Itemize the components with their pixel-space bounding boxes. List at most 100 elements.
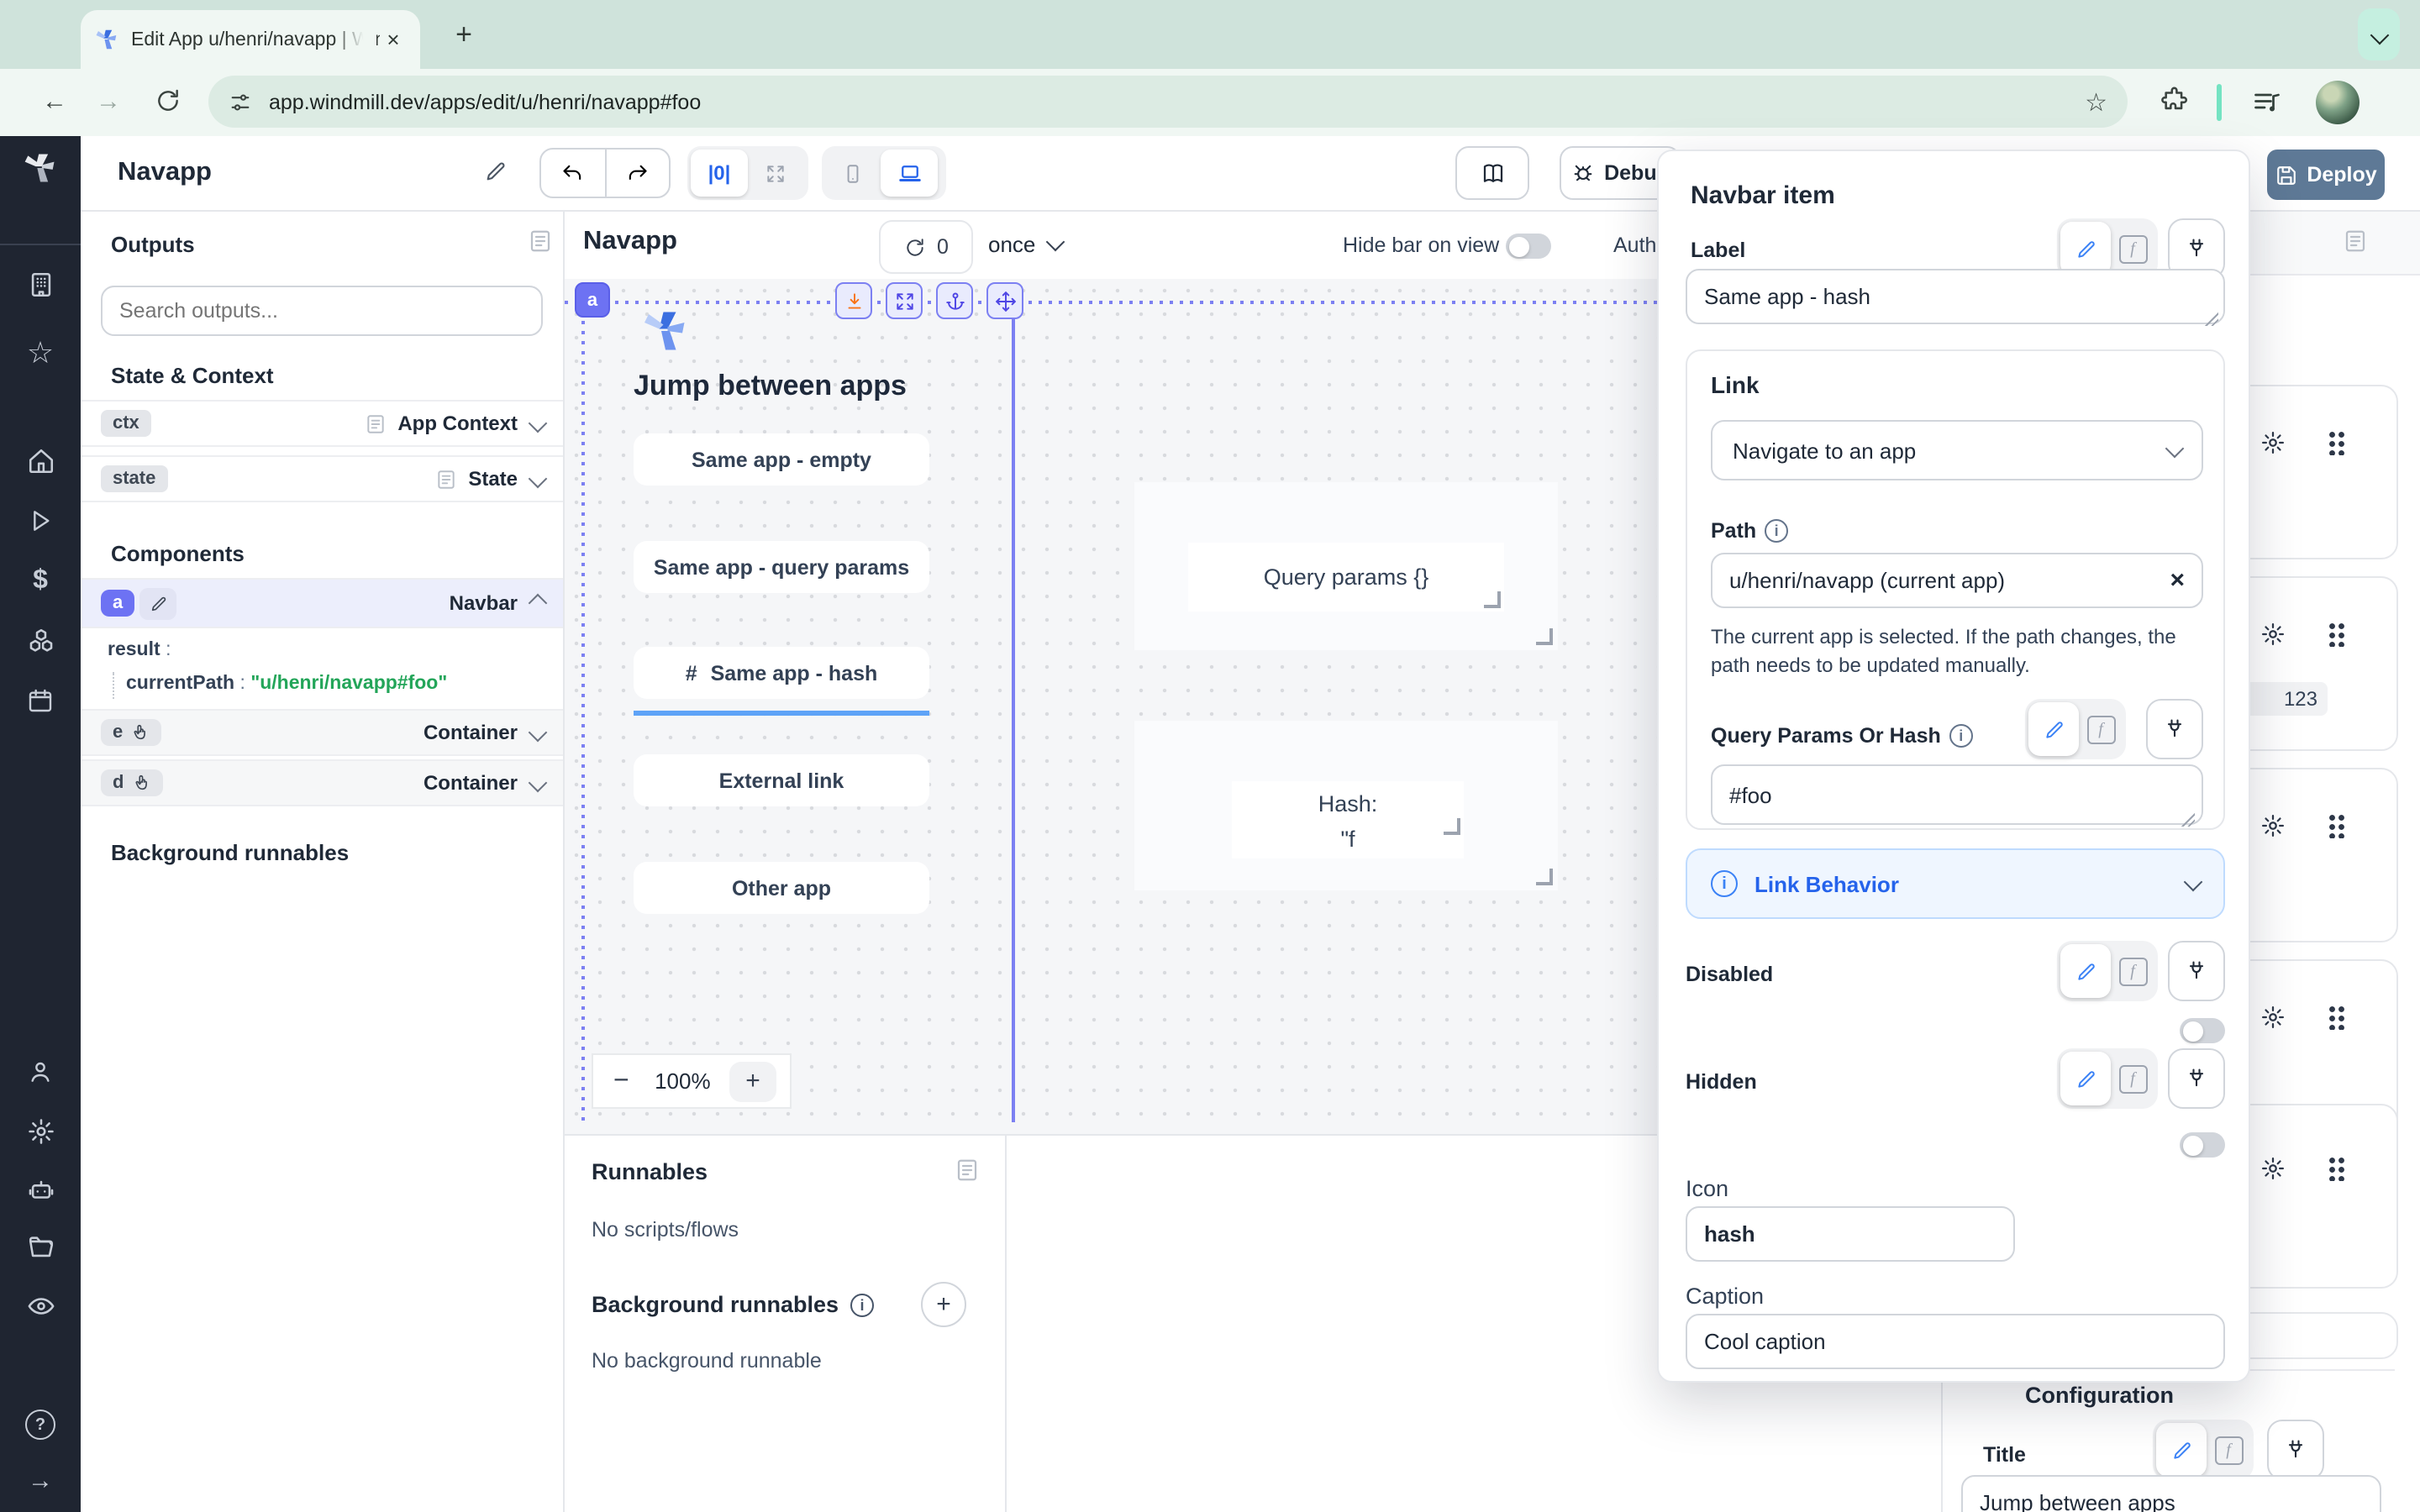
docs-book-button[interactable] [1455,146,1529,200]
link-behavior-section[interactable]: i Link Behavior [1686,848,2225,919]
help-icon[interactable]: ? [0,1410,81,1440]
item-settings-gear-icon[interactable] [2260,1156,2286,1181]
drag-grip-icon[interactable] [2328,813,2346,838]
workers-robot-icon[interactable] [0,1176,81,1205]
icon-input[interactable] [1686,1206,2015,1262]
search-outputs-input[interactable] [101,286,543,336]
extensions-icon[interactable] [2161,86,2190,114]
home-icon[interactable] [0,447,81,475]
browser-tab[interactable]: Edit App u/henri/navapp | Win × [81,10,420,69]
query-params-component[interactable]: Query params {} [1134,482,1558,650]
config-title-input[interactable]: Jump between apps [1961,1475,2381,1512]
edit-title-pencil-icon[interactable] [484,160,508,183]
qph-input[interactable] [1711,764,2203,825]
navbar-chevron-up-icon[interactable] [529,594,548,613]
redo-icon[interactable] [607,161,669,185]
new-tab-button[interactable]: + [444,15,484,55]
state-row[interactable]: state State [81,455,565,502]
textarea-resize-handle[interactable] [2181,813,2195,827]
drag-grip-icon[interactable] [2328,430,2346,455]
state-chevron-down-icon[interactable] [529,470,548,489]
function-mode-icon[interactable]: f [2111,222,2154,276]
drag-grip-icon[interactable] [2328,622,2346,647]
hash-component[interactable]: Hash: "f [1134,721,1558,890]
resources-icon[interactable] [0,627,81,655]
collapse-panel-icon[interactable] [528,228,553,254]
runs-icon[interactable] [0,507,81,534]
function-mode-icon[interactable]: f [2111,1052,2154,1105]
rename-pencil-icon[interactable] [139,587,176,619]
connect-plug-icon[interactable] [2168,1048,2225,1109]
function-mode-icon[interactable]: f [2207,1423,2250,1477]
hidden-toggle[interactable] [2180,1132,2225,1158]
deploy-button[interactable]: Deploy [2267,150,2385,200]
drag-grip-icon[interactable] [2328,1005,2346,1030]
nav-item-other-app[interactable]: Other app [634,862,929,914]
desktop-view-icon[interactable] [881,150,938,197]
workspace-icon[interactable] [0,270,81,299]
static-pencil-icon[interactable] [2060,222,2111,276]
textarea-resize-handle[interactable] [2205,312,2218,326]
expand-down-icon[interactable] [835,282,872,319]
static-pencil-icon[interactable] [2060,1052,2111,1105]
center-canvas-icon[interactable]: |0| [691,150,748,197]
fullscreen-icon[interactable] [886,282,923,319]
media-controls-icon[interactable] [2252,87,2282,118]
connect-plug-icon[interactable] [2168,941,2225,1001]
favorites-star-icon[interactable]: ☆ [0,336,81,371]
item-settings-gear-icon[interactable] [2260,430,2286,455]
connect-plug-icon[interactable] [2267,1420,2324,1480]
variables-icon[interactable]: $ [0,566,81,596]
hide-bar-toggle[interactable] [1506,234,1551,259]
add-background-runnable-button[interactable]: + [921,1282,966,1327]
url-bar[interactable]: app.windmill.dev/apps/edit/u/henri/navap… [208,76,2128,128]
nav-item-same-app-hash[interactable]: # Same app - hash [634,647,929,699]
back-icon[interactable]: ← [42,87,67,116]
label-input[interactable] [1686,269,2225,324]
function-mode-icon[interactable]: f [2079,702,2123,756]
connect-plug-icon[interactable] [2146,699,2203,759]
tab-search-chevron-icon[interactable] [2358,8,2400,60]
zoom-out-button[interactable]: − [607,1066,636,1096]
component-row-navbar[interactable]: a Navbar [81,578,565,628]
resize-corner[interactable] [1444,818,1460,835]
static-pencil-icon[interactable] [2060,944,2111,998]
run-mode-dropdown[interactable]: once [988,232,1062,257]
settings-doc-icon[interactable] [2343,228,2368,254]
resize-corner[interactable] [1536,628,1553,645]
item-settings-gear-icon[interactable] [2260,813,2286,838]
expand-rail-icon[interactable]: → [0,1467,81,1495]
fit-canvas-icon[interactable] [748,150,802,197]
undo-icon[interactable] [541,161,605,185]
component-row-container-e[interactable]: e Container [81,709,565,756]
static-pencil-icon[interactable] [2028,702,2079,756]
forward-icon[interactable]: → [96,87,121,116]
refresh-count-button[interactable]: 0 [879,220,973,274]
drag-grip-icon[interactable] [2328,1156,2346,1181]
container-d-chevron-icon[interactable] [529,774,548,793]
function-mode-icon[interactable]: f [2111,944,2154,998]
tab-close-icon[interactable]: × [380,26,407,53]
selected-component-badge[interactable]: a [575,282,610,318]
audit-eye-icon[interactable] [0,1292,81,1320]
windmill-logo[interactable] [0,150,81,186]
chevron-down-icon[interactable] [2184,872,2203,891]
reload-icon[interactable] [155,87,182,114]
disabled-toggle[interactable] [2180,1018,2225,1043]
ctx-row[interactable]: ctx App Context [81,400,565,447]
resize-corner[interactable] [1536,869,1553,885]
runnables-doc-icon[interactable] [955,1158,980,1183]
path-input[interactable]: u/henri/navapp (current app) × [1711,553,2203,608]
mobile-view-icon[interactable] [825,150,881,197]
static-pencil-icon[interactable] [2156,1423,2207,1477]
clear-path-icon[interactable]: × [2170,566,2185,595]
caption-input[interactable] [1686,1314,2225,1369]
container-e-chevron-icon[interactable] [529,723,548,743]
folders-icon[interactable] [0,1233,81,1262]
profile-avatar[interactable] [2316,81,2360,124]
users-icon[interactable] [0,1058,81,1085]
nav-item-same-app-query-params[interactable]: Same app - query params [634,541,929,593]
anchor-icon[interactable] [936,282,973,319]
link-type-select[interactable]: Navigate to an app [1711,420,2203,480]
zoom-in-button[interactable]: + [729,1061,776,1101]
